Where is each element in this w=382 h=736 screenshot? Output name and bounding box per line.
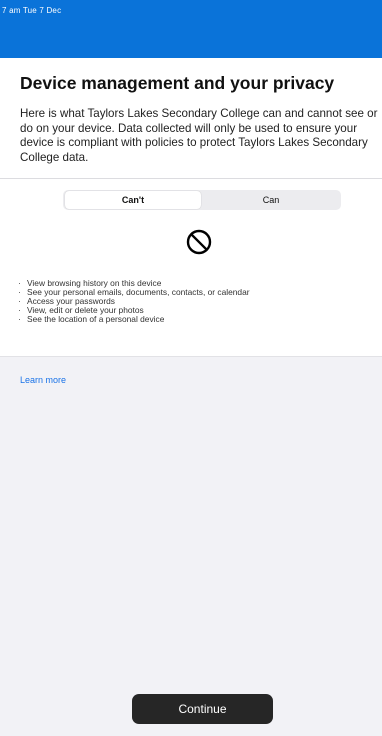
tab-cant[interactable]: Can't (65, 191, 201, 209)
privacy-header: Device management and your privacy Here … (0, 58, 382, 178)
cant-can-segmented-control: Can't Can (63, 190, 341, 210)
learn-more-link[interactable]: Learn more (20, 375, 66, 385)
cant-list: View browsing history on this device See… (18, 279, 250, 324)
privacy-description: Here is what Taylors Lakes Secondary Col… (20, 107, 378, 164)
permissions-panel: Can't Can View browsing history on this … (0, 179, 382, 356)
prohibited-icon (186, 229, 212, 255)
status-time: 7 am Tue 7 Dec (2, 6, 62, 15)
continue-button[interactable]: Continue (132, 694, 273, 724)
divider (0, 356, 382, 357)
list-item: See the location of a personal device (18, 315, 250, 324)
tab-can[interactable]: Can (203, 190, 339, 210)
page-title: Device management and your privacy (20, 73, 335, 93)
status-bar: 7 am Tue 7 Dec (0, 0, 382, 58)
